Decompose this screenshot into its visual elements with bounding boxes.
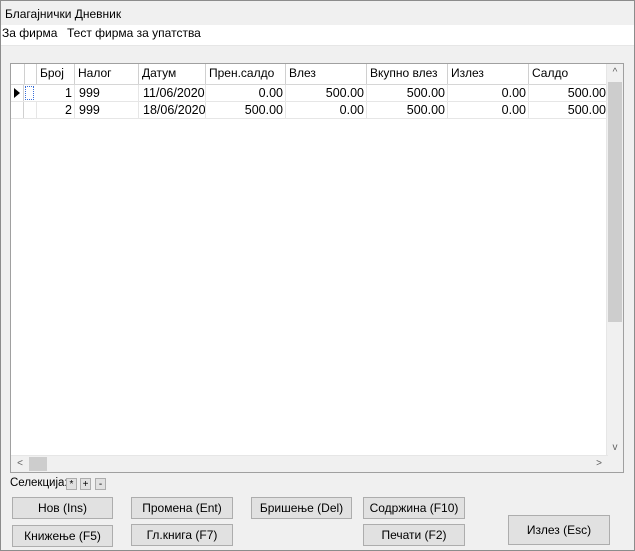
delete-button[interactable]: Бришење (Del) bbox=[251, 497, 352, 519]
cell-vlez[interactable]: 500.00 bbox=[286, 85, 367, 101]
scroll-right-icon[interactable]: > bbox=[592, 457, 606, 471]
column-header-datum[interactable]: Датум bbox=[139, 64, 206, 84]
horizontal-scroll-thumb[interactable] bbox=[29, 457, 47, 471]
column-header-nalog[interactable]: Налог bbox=[75, 64, 139, 84]
change-button[interactable]: Промена (Ent) bbox=[131, 497, 233, 519]
journal-grid[interactable]: Број Налог Датум Прен.салдо Влез Вкупно … bbox=[10, 63, 624, 473]
column-header-izlez[interactable]: Излез bbox=[448, 64, 529, 84]
cell-nalog[interactable]: 999 bbox=[75, 102, 139, 118]
cell-saldo[interactable]: 500.00 bbox=[529, 85, 608, 101]
cell-izlez[interactable]: 0.00 bbox=[448, 85, 529, 101]
column-header-broj[interactable]: Број bbox=[37, 64, 75, 84]
vertical-scrollbar[interactable]: ^ v bbox=[606, 64, 623, 457]
window-title: Благајнички Дневник bbox=[5, 7, 122, 21]
post-button[interactable]: Книжење (F5) bbox=[12, 525, 113, 547]
select-column-header bbox=[25, 64, 37, 84]
cell-nalog[interactable]: 999 bbox=[75, 85, 139, 101]
cell-broj[interactable]: 1 bbox=[37, 85, 75, 101]
row-select-cell[interactable] bbox=[25, 86, 34, 100]
column-header-pren-saldo[interactable]: Прен.салдо bbox=[206, 64, 286, 84]
cell-pren-saldo[interactable]: 0.00 bbox=[206, 85, 286, 101]
scroll-left-icon[interactable]: < bbox=[13, 457, 27, 471]
column-header-vkupno-vlez[interactable]: Вкупно влез bbox=[367, 64, 448, 84]
scrollbar-corner bbox=[607, 456, 623, 472]
row-header-corner bbox=[11, 64, 25, 84]
horizontal-scrollbar[interactable]: < > bbox=[11, 455, 608, 472]
row-header[interactable] bbox=[11, 85, 24, 101]
row-header[interactable] bbox=[11, 102, 24, 118]
exit-button[interactable]: Излез (Esc) bbox=[508, 515, 610, 545]
select-remove-button[interactable]: - bbox=[95, 478, 106, 490]
print-button[interactable]: Печати (F2) bbox=[363, 524, 465, 546]
cell-vlez[interactable]: 0.00 bbox=[286, 102, 367, 118]
cell-datum[interactable]: 18/06/2020 bbox=[139, 102, 206, 118]
select-all-button[interactable]: * bbox=[66, 478, 77, 490]
select-add-button[interactable]: + bbox=[80, 478, 91, 490]
contents-button[interactable]: Содржина (F10) bbox=[363, 497, 465, 519]
new-button[interactable]: Нов (Ins) bbox=[12, 497, 113, 519]
cell-vkupno-vlez[interactable]: 500.00 bbox=[367, 102, 448, 118]
column-header-saldo[interactable]: Салдо bbox=[529, 64, 608, 84]
cell-vkupno-vlez[interactable]: 500.00 bbox=[367, 85, 448, 101]
vertical-scroll-thumb[interactable] bbox=[608, 82, 622, 322]
table-row[interactable]: 1 999 11/06/2020 0.00 500.00 500.00 0.00… bbox=[11, 85, 608, 102]
cell-saldo[interactable]: 500.00 bbox=[529, 102, 608, 118]
row-select-cell[interactable] bbox=[25, 102, 37, 118]
firm-name: Тест фирма за упатства bbox=[67, 26, 201, 40]
scroll-down-icon[interactable]: v bbox=[608, 441, 622, 455]
firm-bar: За фирма Тест фирма за упатства bbox=[1, 25, 634, 46]
cell-datum[interactable]: 11/06/2020 bbox=[139, 85, 206, 101]
scroll-up-icon[interactable]: ^ bbox=[608, 66, 622, 80]
column-header-vlez[interactable]: Влез bbox=[286, 64, 367, 84]
selection-label: Селекција: bbox=[10, 477, 68, 489]
firm-label: За фирма bbox=[2, 26, 58, 40]
ledger-button[interactable]: Гл.книга (F7) bbox=[131, 524, 233, 546]
cell-pren-saldo[interactable]: 500.00 bbox=[206, 102, 286, 118]
cell-izlez[interactable]: 0.00 bbox=[448, 102, 529, 118]
current-row-arrow-icon bbox=[14, 88, 20, 98]
table-row[interactable]: 2 999 18/06/2020 500.00 0.00 500.00 0.00… bbox=[11, 102, 608, 119]
cell-broj[interactable]: 2 bbox=[37, 102, 75, 118]
grid-header: Број Налог Датум Прен.салдо Влез Вкупно … bbox=[11, 64, 608, 85]
